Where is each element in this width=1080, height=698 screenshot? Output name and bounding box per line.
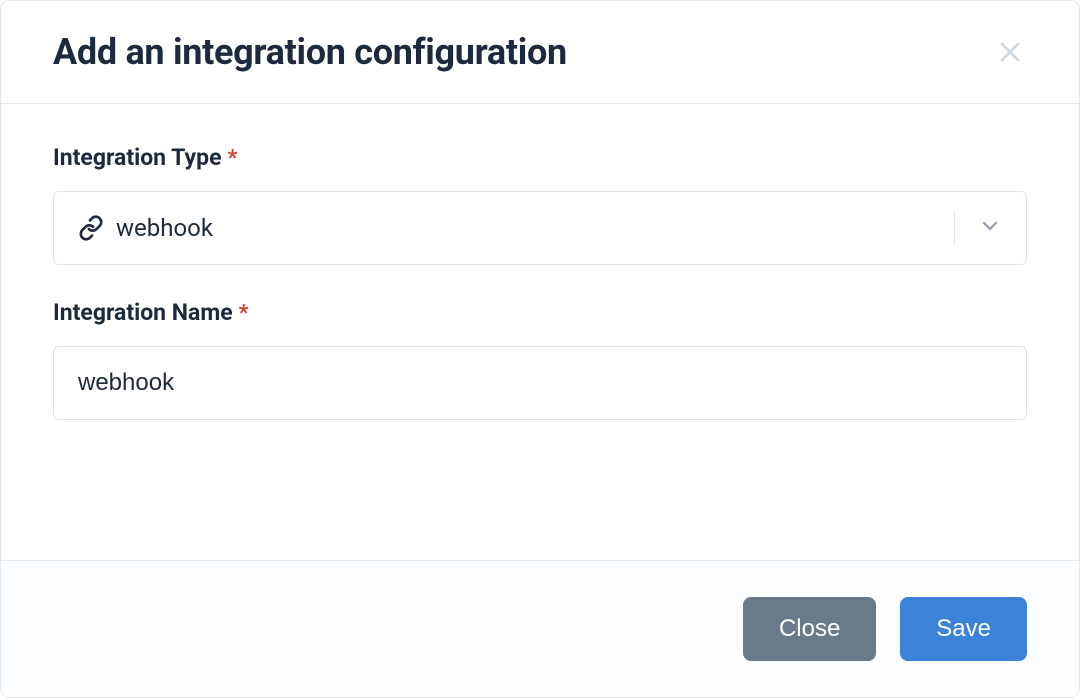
modal-title: Add an integration configuration [53,31,567,73]
modal-footer: Close Save [1,560,1079,697]
integration-name-label-text: Integration Name [53,299,233,326]
select-dropdown-indicator[interactable] [954,192,1026,264]
integration-type-selected: webhook [54,192,954,264]
integration-type-value: webhook [116,214,213,242]
chevron-down-icon [978,214,1002,242]
modal-body: Integration Type * webhook [1,104,1079,560]
select-separator [954,210,955,246]
save-button[interactable]: Save [900,597,1027,661]
integration-type-label-text: Integration Type [53,144,222,171]
integration-type-field: Integration Type * webhook [53,144,1027,265]
required-asterisk: * [239,301,249,326]
integration-name-input[interactable] [53,346,1027,420]
add-integration-modal: Add an integration configuration Integra… [0,0,1080,698]
modal-header: Add an integration configuration [1,1,1079,104]
integration-type-label: Integration Type * [53,144,1027,171]
close-icon[interactable] [993,35,1027,69]
required-asterisk: * [228,146,238,171]
close-button[interactable]: Close [743,597,876,661]
link-icon [78,215,104,241]
integration-name-label: Integration Name * [53,299,1027,326]
integration-type-select[interactable]: webhook [53,191,1027,265]
integration-name-field: Integration Name * [53,299,1027,420]
